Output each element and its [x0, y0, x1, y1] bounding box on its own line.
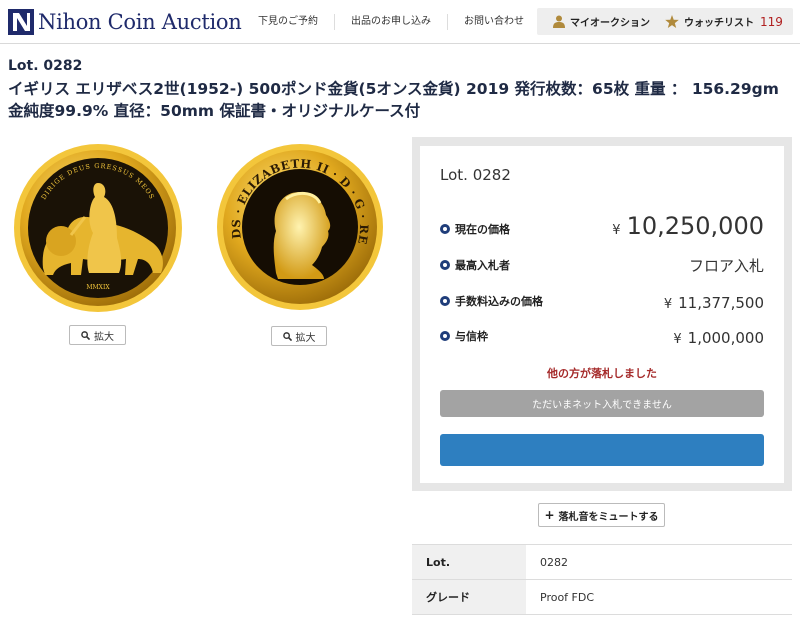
- nav-contact[interactable]: お問い合わせ: [448, 14, 540, 30]
- mute-sound-button[interactable]: + 落札音をミュートする: [538, 503, 665, 527]
- coin-date-text: MMXIX: [86, 284, 110, 291]
- currency-symbol: ¥: [612, 223, 621, 238]
- top-bidder-value: フロア入札: [688, 257, 764, 275]
- zoom-button-reverse[interactable]: 拡大: [69, 325, 126, 345]
- star-icon: [665, 15, 679, 28]
- panel-lot-number: Lot. 0282: [440, 166, 511, 184]
- bid-panel-inner: Lot. 0282 現在の価格 ¥10,250,000 最高入札者 フロア入札 …: [420, 146, 784, 483]
- bullet-icon: [440, 296, 450, 306]
- mute-sound-label: 落札音をミュートする: [558, 511, 659, 523]
- net-bid-disabled-button[interactable]: ただいまネット入札できません: [440, 390, 764, 417]
- bullet-icon: [440, 224, 450, 234]
- top-bidder-row: 最高入札者 フロア入札: [440, 250, 764, 276]
- brand-mark-icon: [8, 9, 34, 35]
- bullet-icon: [440, 260, 450, 270]
- site-logo[interactable]: Nihon Coin Auction: [8, 9, 242, 35]
- table-row: Lot. 0282: [412, 544, 792, 580]
- main-nav: 下見のご予約 出品のお申し込み お問い合わせ: [242, 0, 540, 44]
- detail-value: Proof FDC: [526, 579, 792, 615]
- plus-icon: +: [544, 508, 555, 522]
- detail-key: グレード: [412, 579, 526, 615]
- lot-title: イギリス エリザベス2世(1952-) 500ポンド金貨(5オンス金貨) 201…: [8, 80, 779, 120]
- coin-obverse-image[interactable]: 500 POUNDS · ELIZABETH II · D · G · REG …: [216, 143, 384, 311]
- my-auction-link[interactable]: マイオークション: [553, 14, 650, 29]
- table-row: グレード Proof FDC: [412, 579, 792, 615]
- watchlist-link[interactable]: ウォッチリスト 119: [665, 14, 783, 29]
- credit-limit-label: 与信枠: [455, 330, 488, 343]
- price-with-fee-label: 手数料込みの価格: [455, 295, 543, 308]
- magnifier-icon: [81, 330, 90, 340]
- coin-reverse-image[interactable]: MMXIX DIRIGE DEUS GRESSUS MEOS: [13, 143, 183, 313]
- credit-limit-value: 1,000,000: [687, 329, 764, 347]
- watchlist-label: ウォッチリスト: [684, 18, 754, 29]
- top-bidder-label: 最高入札者: [455, 259, 510, 272]
- zoom-label: 拡大: [94, 331, 114, 343]
- user-icon: [553, 15, 565, 28]
- lot-details-table: Lot. 0282 グレード Proof FDC: [412, 544, 792, 615]
- sold-status-message: 他の方が落札しました: [547, 367, 657, 380]
- brand-name: Nihon Coin Auction: [38, 10, 242, 34]
- my-auction-label: マイオークション: [570, 18, 650, 29]
- magnifier-icon: [282, 331, 292, 341]
- user-menu: マイオークション ウォッチリスト 119: [537, 8, 793, 35]
- detail-value: 0282: [526, 544, 792, 580]
- price-with-fee-row: 手数料込みの価格 ¥11,377,500: [440, 286, 764, 312]
- nav-consignment[interactable]: 出品のお申し込み: [335, 14, 448, 30]
- current-price-label: 現在の価格: [455, 223, 510, 236]
- watchlist-count: 119: [760, 14, 783, 29]
- zoom-button-obverse[interactable]: 拡大: [271, 326, 327, 346]
- detail-key: Lot.: [412, 544, 526, 580]
- primary-action-button[interactable]: [440, 434, 764, 466]
- currency-symbol: ¥: [673, 332, 682, 347]
- lot-number: Lot. 0282: [8, 58, 83, 74]
- zoom-label: 拡大: [295, 332, 316, 344]
- nav-preview-reservation[interactable]: 下見のご予約: [242, 14, 335, 30]
- price-with-fee-value: 11,377,500: [678, 294, 764, 312]
- site-header: Nihon Coin Auction 下見のご予約 出品のお申し込み お問い合わ…: [0, 0, 800, 44]
- currency-symbol: ¥: [663, 297, 673, 312]
- current-price-value: 10,250,000: [626, 212, 764, 240]
- current-price-row: 現在の価格 ¥10,250,000: [440, 208, 764, 240]
- bid-panel: Lot. 0282 現在の価格 ¥10,250,000 最高入札者 フロア入札 …: [412, 137, 792, 491]
- credit-limit-row: 与信枠 ¥1,000,000: [440, 321, 764, 347]
- bullet-icon: [440, 331, 450, 341]
